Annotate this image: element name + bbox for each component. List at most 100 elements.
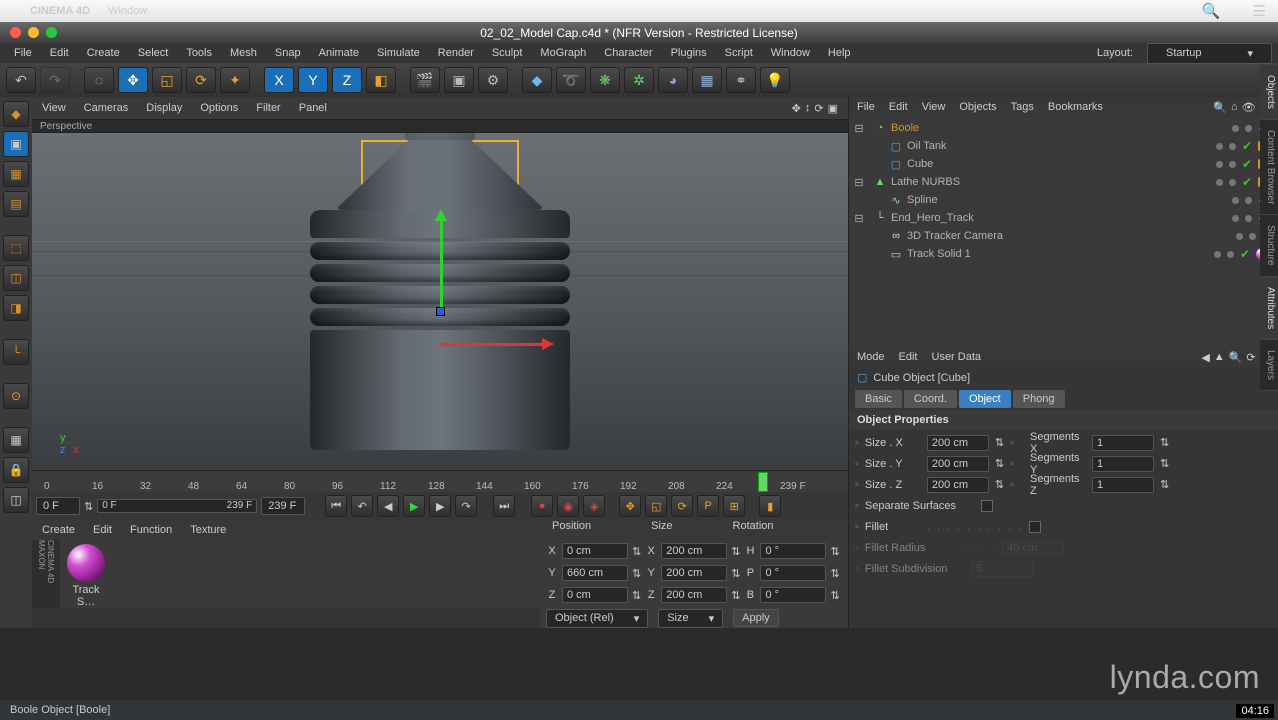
menu-character[interactable]: Character [596, 45, 660, 61]
texture-mode-button[interactable]: ▤ [3, 191, 29, 217]
gizmo-x-axis[interactable] [440, 343, 550, 346]
next-key-button[interactable]: ↷ [455, 495, 477, 517]
object-name[interactable]: Cube [907, 158, 933, 170]
mat-menu-edit[interactable]: Edit [93, 524, 112, 536]
visibility-dot[interactable] [1232, 215, 1239, 222]
rtab-objects[interactable]: Objects [1260, 65, 1278, 120]
om-tags[interactable]: Tags [1011, 101, 1034, 113]
add-camera-button[interactable]: ▦ [692, 67, 722, 93]
add-generator-button[interactable]: ❋ [590, 67, 620, 93]
next-frame-button[interactable]: ▶ [429, 495, 451, 517]
rtab-attributes[interactable]: Attributes [1260, 277, 1278, 340]
tree-row[interactable]: ⊟◔Boole✔ [849, 119, 1278, 137]
goto-start-button[interactable]: ⏮ [325, 495, 347, 517]
tab-basic[interactable]: Basic [855, 390, 902, 408]
am-search-icon[interactable]: 🔍 [1229, 351, 1243, 364]
rot-h-field[interactable]: 0 ° [760, 543, 826, 559]
object-axis-mode-button[interactable]: ▦ [3, 161, 29, 187]
rot-b-field[interactable]: 0 ° [760, 587, 826, 603]
pos-z-field[interactable]: 0 cm [562, 587, 628, 603]
vp-menu-cameras[interactable]: Cameras [84, 102, 129, 114]
zoom-window-button[interactable] [46, 27, 57, 38]
pos-key-toggle[interactable]: ✥ [619, 495, 641, 517]
rotate-tool[interactable]: ⟳ [186, 67, 216, 93]
pos-x-field[interactable]: 0 cm [562, 543, 628, 559]
menu-help[interactable]: Help [820, 45, 859, 61]
render-dot[interactable] [1245, 125, 1252, 132]
object-name[interactable]: Lathe NURBS [891, 176, 960, 188]
seg-x-input[interactable]: 1 [1092, 435, 1154, 451]
tree-row[interactable]: ⊟▲Lathe NURBS✔ [849, 173, 1278, 191]
om-bookmarks[interactable]: Bookmarks [1048, 101, 1103, 113]
material-item[interactable]: Track S… [60, 540, 112, 608]
object-name[interactable]: Track Solid 1 [907, 248, 971, 260]
mat-menu-texture[interactable]: Texture [190, 524, 226, 536]
render-dot[interactable] [1245, 197, 1252, 204]
separate-surfaces-checkbox[interactable] [981, 500, 993, 512]
menu-mesh[interactable]: Mesh [222, 45, 265, 61]
close-window-button[interactable] [10, 27, 21, 38]
stepper-icon[interactable]: ⇅ [632, 567, 641, 580]
size-y-input[interactable]: 200 cm [927, 456, 989, 472]
model-mode-button[interactable]: ▣ [3, 131, 29, 157]
am-lock-icon[interactable]: ⟳ [1246, 351, 1255, 364]
visibility-dot[interactable] [1232, 197, 1239, 204]
seg-z-input[interactable]: 1 [1092, 477, 1154, 493]
am-up-icon[interactable]: ▲ [1214, 351, 1225, 364]
fillet-checkbox[interactable] [1029, 521, 1041, 533]
polygon-mode-button[interactable]: ◨ [3, 295, 29, 321]
am-mode[interactable]: Mode [857, 351, 885, 363]
size-z-input[interactable]: 200 cm [927, 477, 989, 493]
expand-icon[interactable]: ⊟ [853, 176, 865, 189]
vp-menu-panel[interactable]: Panel [299, 102, 327, 114]
size-x-input[interactable]: 200 cm [927, 435, 989, 451]
visibility-dot[interactable] [1216, 143, 1223, 150]
lock-workplane-button[interactable]: 🔒 [3, 457, 29, 483]
material-manager[interactable]: CINEMA 4D MAXON Track S… [32, 540, 540, 608]
stepper-icon[interactable]: ⇅ [84, 500, 93, 513]
record-key-button[interactable]: ● [531, 495, 553, 517]
menu-render[interactable]: Render [430, 45, 482, 61]
vp-nav-icon[interactable]: ⟳ [814, 102, 823, 115]
rtab-structure[interactable]: Structure [1260, 215, 1278, 277]
menu-plugins[interactable]: Plugins [663, 45, 715, 61]
coord-mode-dropdown[interactable]: Object (Rel)▾ [546, 609, 648, 628]
render-dot[interactable] [1229, 143, 1236, 150]
rtab-layers[interactable]: Layers [1260, 340, 1278, 391]
menu-script[interactable]: Script [717, 45, 761, 61]
am-userdata[interactable]: User Data [932, 351, 982, 363]
live-select-tool[interactable]: ◌ [84, 67, 114, 93]
object-tree[interactable]: ⊟◔Boole✔▢Oil Tank✔▢Cube✔⊟▲Lathe NURBS✔∿S… [849, 117, 1278, 347]
tab-object[interactable]: Object [959, 390, 1011, 408]
scale-key-toggle[interactable]: ◱ [645, 495, 667, 517]
gizmo-y-axis[interactable] [440, 213, 443, 313]
stepper-icon[interactable]: ⇅ [830, 545, 839, 558]
om-eye-icon[interactable]: 👁 [1242, 101, 1256, 114]
stepper-icon[interactable]: ⇅ [1160, 457, 1169, 470]
mat-menu-function[interactable]: Function [130, 524, 172, 536]
menu-mograph[interactable]: MoGraph [532, 45, 594, 61]
menu-snap[interactable]: Snap [267, 45, 309, 61]
redo-button[interactable]: ↷ [40, 67, 70, 93]
enable-check-icon[interactable]: ✔ [1242, 157, 1252, 171]
stepper-icon[interactable]: ⇅ [830, 589, 839, 602]
point-mode-button[interactable]: ⬚ [3, 235, 29, 261]
vp-maximize-icon[interactable]: ▣ [828, 102, 838, 115]
render-dot[interactable] [1229, 161, 1236, 168]
tree-row[interactable]: ∞3D Tracker Camera⌖ [849, 227, 1278, 245]
tree-row[interactable]: ⊟└End_Hero_Track✔ [849, 209, 1278, 227]
stepper-icon[interactable]: ⇅ [995, 436, 1004, 449]
om-view[interactable]: View [922, 101, 946, 113]
object-name[interactable]: End_Hero_Track [891, 212, 974, 224]
viewport-3d[interactable]: yzx [32, 133, 848, 470]
stepper-icon[interactable]: ⇅ [731, 567, 740, 580]
stepper-icon[interactable]: ⇅ [1160, 478, 1169, 491]
add-scene-button[interactable]: 💡 [760, 67, 790, 93]
vp-nav-icon[interactable]: ✥ [792, 102, 801, 115]
render-dot[interactable] [1229, 179, 1236, 186]
add-spline-button[interactable]: ➰ [556, 67, 586, 93]
tree-row[interactable]: ∿Spline✔ [849, 191, 1278, 209]
prev-key-button[interactable]: ↶ [351, 495, 373, 517]
coord-system-toggle[interactable]: ◧ [366, 67, 396, 93]
render-pv-button[interactable]: ▣ [444, 67, 474, 93]
